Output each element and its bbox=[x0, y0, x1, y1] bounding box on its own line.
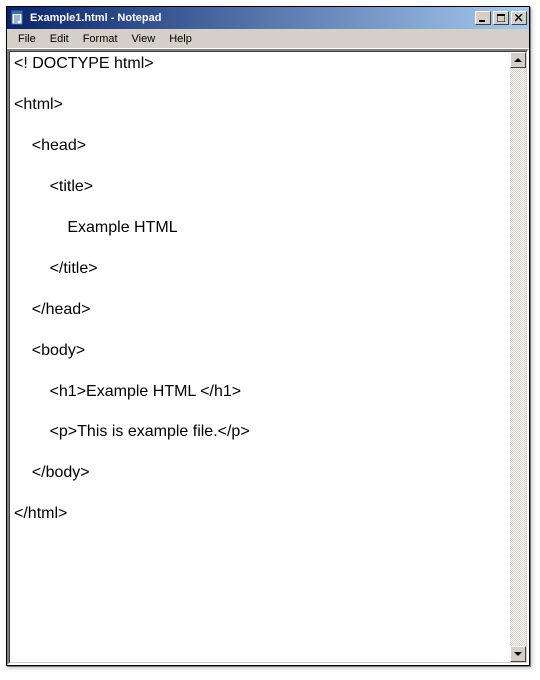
client-area: <! DOCTYPE html> <html> <head> <title> E… bbox=[7, 49, 529, 665]
client-inner: <! DOCTYPE html> <html> <head> <title> E… bbox=[9, 51, 527, 663]
window-title: Example1.html - Notepad bbox=[30, 12, 475, 24]
menu-file[interactable]: File bbox=[11, 31, 43, 47]
menu-format[interactable]: Format bbox=[76, 31, 125, 47]
menu-edit[interactable]: Edit bbox=[43, 31, 76, 47]
vertical-scrollbar[interactable] bbox=[510, 52, 526, 662]
window-controls bbox=[475, 11, 527, 25]
scroll-up-button[interactable] bbox=[510, 52, 526, 68]
menu-help[interactable]: Help bbox=[162, 31, 199, 47]
maximize-button[interactable] bbox=[493, 11, 509, 25]
scroll-down-button[interactable] bbox=[510, 646, 526, 662]
menu-view[interactable]: View bbox=[125, 31, 163, 47]
menu-bar: File Edit Format View Help bbox=[7, 29, 529, 49]
scrollbar-track[interactable] bbox=[510, 68, 526, 646]
notepad-icon bbox=[10, 10, 26, 26]
notepad-window: Example1.html - Notepad File Edit Format… bbox=[6, 6, 530, 666]
title-bar[interactable]: Example1.html - Notepad bbox=[7, 7, 529, 29]
close-button[interactable] bbox=[511, 11, 527, 25]
text-editor[interactable]: <! DOCTYPE html> <html> <head> <title> E… bbox=[10, 52, 510, 662]
minimize-button[interactable] bbox=[475, 11, 491, 25]
